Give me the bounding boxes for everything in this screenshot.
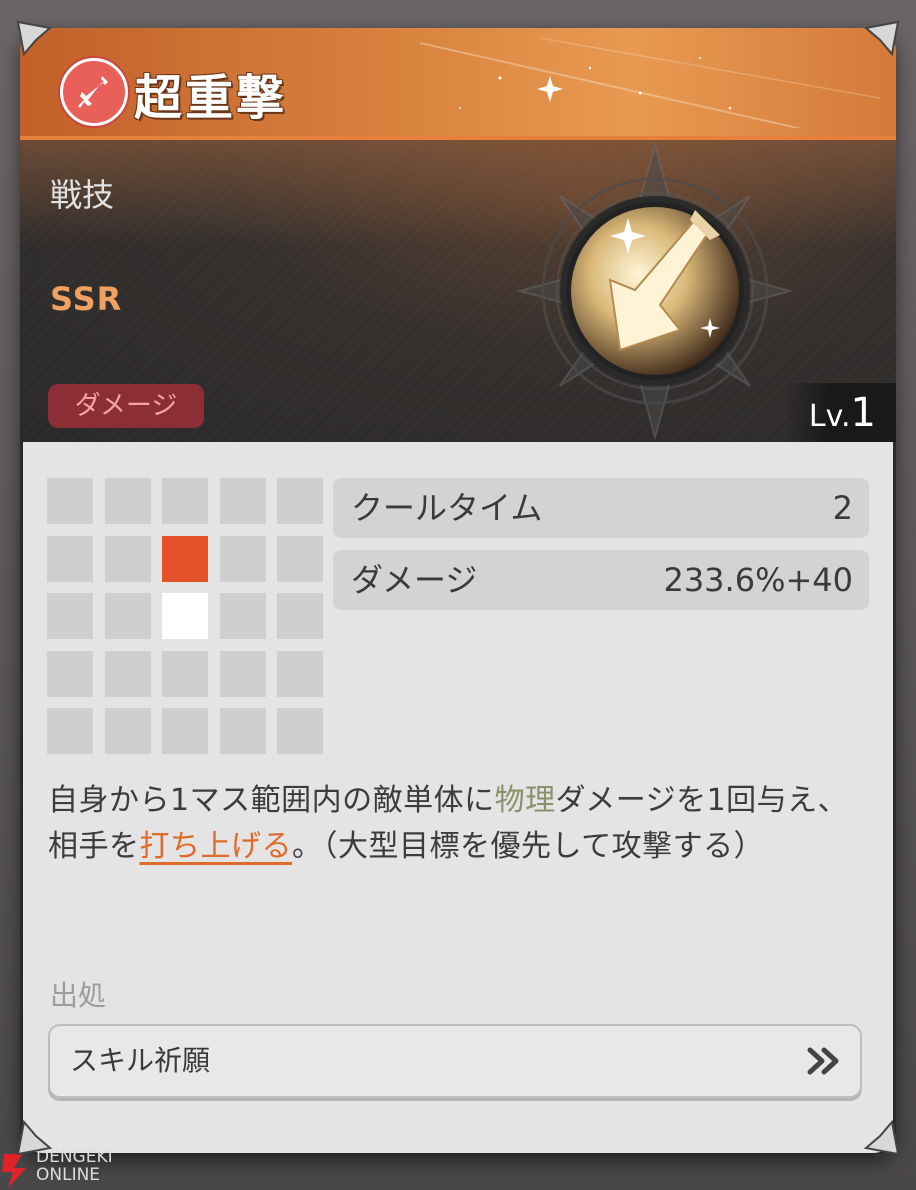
- range-cell: [162, 478, 208, 524]
- corner-ornament: [864, 20, 900, 56]
- keyword-launch[interactable]: 打ち上げる: [140, 829, 293, 864]
- source-button-label: スキル祈願: [70, 1044, 211, 1077]
- stat-label: クールタイム: [351, 489, 543, 527]
- range-cell: [162, 650, 208, 697]
- range-cell: [47, 650, 93, 697]
- skill-type-tag: ダメージ: [48, 384, 204, 428]
- range-cell: [219, 478, 266, 524]
- range-cell: [219, 708, 266, 754]
- skill-rarity: SSR: [50, 280, 123, 318]
- range-cell: [219, 535, 266, 582]
- skill-title: 超重撃: [134, 70, 288, 126]
- double-chevron-right-icon: [807, 1047, 839, 1075]
- sword-type-badge: [60, 58, 128, 126]
- stat-value: 233.6%+40: [663, 561, 853, 599]
- sword-icon: [78, 76, 108, 108]
- skill-banner: 戦技 SSR ダメージ Lv.1: [20, 140, 896, 442]
- stat-label: ダメージ: [351, 561, 478, 599]
- range-cell-self: [162, 593, 208, 639]
- range-cell: [277, 593, 323, 639]
- range-cell: [47, 593, 93, 639]
- range-cell: [219, 650, 266, 697]
- range-cell: [104, 478, 151, 524]
- range-cell: [104, 708, 151, 754]
- range-cell: [277, 478, 323, 524]
- range-cell: [277, 535, 323, 582]
- stat-row-cooldown: クールタイム 2: [333, 478, 869, 538]
- source-skill-prayer-button[interactable]: スキル祈願: [48, 1024, 862, 1098]
- corner-ornament: [864, 1120, 900, 1156]
- skill-emblem-icon: [516, 141, 794, 441]
- stat-row-damage: ダメージ 233.6%+40: [333, 550, 869, 610]
- skill-category: 戦技: [50, 176, 115, 214]
- range-cell: [277, 708, 323, 754]
- range-cell: [277, 650, 323, 697]
- skill-detail-card: 超重撃 戦技 SSR ダメージ Lv.1 クールタイム 2 ダメージ 233.6…: [20, 28, 896, 1156]
- range-cell: [219, 593, 266, 639]
- range-cell: [162, 708, 208, 754]
- range-cell: [47, 535, 93, 582]
- keyword-physical[interactable]: 物理: [495, 783, 556, 818]
- source-label: 出処: [50, 979, 107, 1012]
- range-cell: [47, 478, 93, 524]
- range-cell: [104, 650, 151, 697]
- corner-ornament: [16, 1120, 52, 1156]
- corner-ornament: [16, 20, 52, 56]
- range-cell: [104, 593, 151, 639]
- skill-description: 自身から1マス範囲内の敵単体に物理ダメージを1回与え、相手を打ち上げる。（大型目…: [48, 783, 849, 864]
- range-cell-target: [162, 535, 208, 582]
- range-cell: [104, 535, 151, 582]
- skill-level: Lv.1: [784, 383, 896, 442]
- range-cell: [47, 708, 93, 754]
- stat-value: 2: [832, 489, 853, 527]
- skill-header: 超重撃: [20, 28, 896, 140]
- sparkle-decoration: [419, 38, 880, 128]
- watermark-line2: ONLINE: [36, 1165, 101, 1185]
